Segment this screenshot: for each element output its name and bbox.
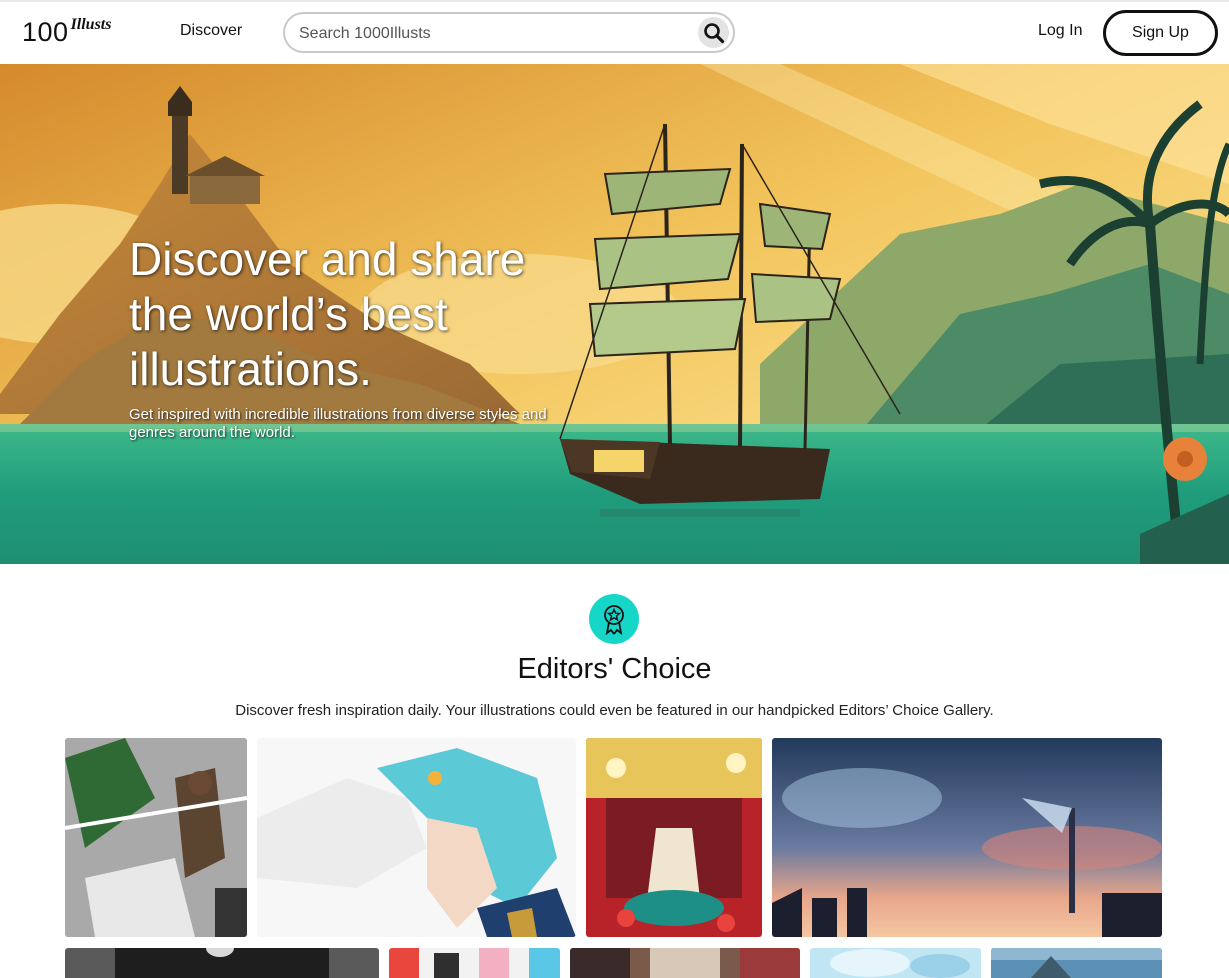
search-input[interactable] bbox=[297, 22, 691, 46]
hero-title: Discover and share the world’s best illu… bbox=[129, 233, 526, 395]
gallery-item-pastel-fantasy[interactable] bbox=[810, 948, 981, 978]
pastel-fantasy-artwork bbox=[810, 948, 981, 978]
logo-number: 100 bbox=[22, 17, 69, 47]
gallery-item-soldier-flag[interactable] bbox=[65, 738, 247, 937]
search-bar bbox=[283, 12, 735, 53]
login-link[interactable]: Log In bbox=[1038, 22, 1082, 40]
site-header: 100 Illusts Discover Log In Sign Up bbox=[0, 2, 1229, 64]
search-icon bbox=[703, 22, 724, 43]
editors-choice-description: Discover fresh inspiration daily. Your i… bbox=[235, 702, 994, 719]
blue-hair-portrait-artwork bbox=[257, 738, 576, 937]
sky-landscape-artwork bbox=[991, 948, 1162, 978]
hero-banner: Discover and share the world’s best illu… bbox=[0, 64, 1229, 564]
signup-button[interactable]: Sign Up bbox=[1103, 10, 1218, 56]
award-ribbon-icon bbox=[589, 594, 639, 644]
street-scene-artwork bbox=[570, 948, 800, 978]
gallery-item-sunset-sky-girl[interactable] bbox=[772, 738, 1162, 937]
nav-discover-link[interactable]: Discover bbox=[180, 22, 242, 40]
site-logo[interactable]: 100 Illusts bbox=[22, 12, 111, 46]
colorful-characters-artwork bbox=[389, 948, 560, 978]
soldier-flag-artwork bbox=[65, 738, 247, 937]
gallery-item-festival-girl[interactable] bbox=[586, 738, 762, 937]
editors-choice-title: Editors' Choice bbox=[517, 653, 712, 685]
dark-portrait-artwork bbox=[65, 948, 379, 978]
gallery-item-colorful-characters[interactable] bbox=[389, 948, 560, 978]
sunset-sky-girl-artwork bbox=[772, 738, 1162, 937]
festival-girl-artwork bbox=[586, 738, 762, 937]
gallery-item-dark-portrait[interactable] bbox=[65, 948, 379, 978]
gallery-item-sky-landscape[interactable] bbox=[991, 948, 1162, 978]
search-button[interactable] bbox=[698, 17, 729, 48]
gallery-item-blue-hair-portrait[interactable] bbox=[257, 738, 576, 937]
logo-word: Illusts bbox=[70, 16, 112, 33]
gallery-item-street-scene[interactable] bbox=[570, 948, 800, 978]
hero-subtitle: Get inspired with incredible illustratio… bbox=[129, 406, 547, 441]
